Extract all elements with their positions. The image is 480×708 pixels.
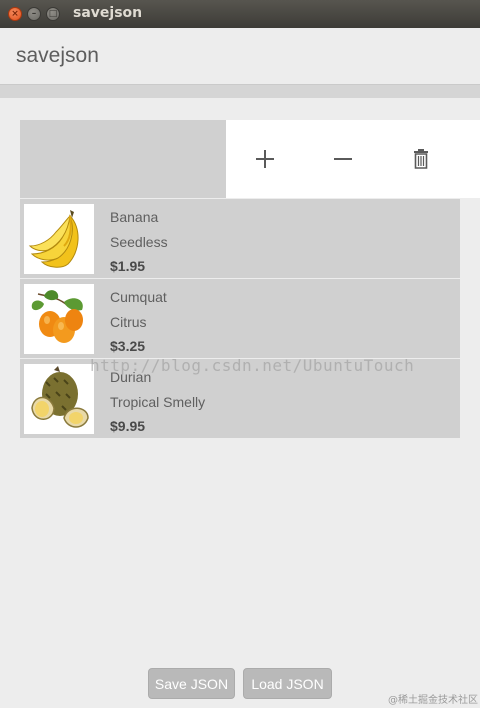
fruit-list: Banana Seedless $1.95 Cumquat Citrus $3.… [20, 199, 460, 439]
header-divider [0, 84, 480, 98]
item-actions-panel [226, 120, 480, 198]
close-window-button[interactable]: × [8, 7, 22, 21]
item-price: $1.95 [110, 258, 146, 274]
durian-image [24, 364, 94, 434]
window-title: savejson [73, 5, 143, 21]
add-icon[interactable] [250, 144, 280, 174]
save-json-button[interactable]: Save JSON [148, 668, 235, 699]
item-description: Citrus [110, 314, 147, 330]
maximize-icon: □ [48, 9, 58, 19]
item-description: Seedless [110, 234, 168, 250]
close-icon: × [11, 9, 19, 19]
list-item[interactable]: Cumquat Citrus $3.25 [20, 279, 460, 358]
swiped-list-item[interactable] [20, 120, 226, 198]
banana-image [24, 204, 94, 274]
minimize-icon: – [31, 9, 37, 19]
minimize-window-button[interactable]: – [27, 7, 41, 21]
item-price: $9.95 [110, 418, 146, 434]
item-price: $3.25 [110, 338, 146, 354]
item-name: Durian [110, 369, 152, 385]
item-name: Banana [110, 209, 159, 225]
corner-watermark: @稀土掘金技术社区 [388, 695, 478, 706]
maximize-window-button[interactable]: □ [46, 7, 60, 21]
cumquat-image [24, 284, 94, 354]
list-item[interactable]: Banana Seedless $1.95 [20, 199, 460, 278]
page-header: savejson [0, 28, 480, 84]
item-description: Tropical Smelly [110, 394, 206, 410]
window-titlebar: × – □ savejson [0, 0, 480, 28]
remove-icon[interactable] [328, 144, 358, 174]
item-name: Cumquat [110, 289, 167, 305]
trash-icon[interactable] [406, 144, 436, 174]
page-title: savejson [16, 44, 99, 67]
load-json-button[interactable]: Load JSON [243, 668, 332, 699]
list-item[interactable]: Durian Tropical Smelly $9.95 [20, 359, 460, 438]
